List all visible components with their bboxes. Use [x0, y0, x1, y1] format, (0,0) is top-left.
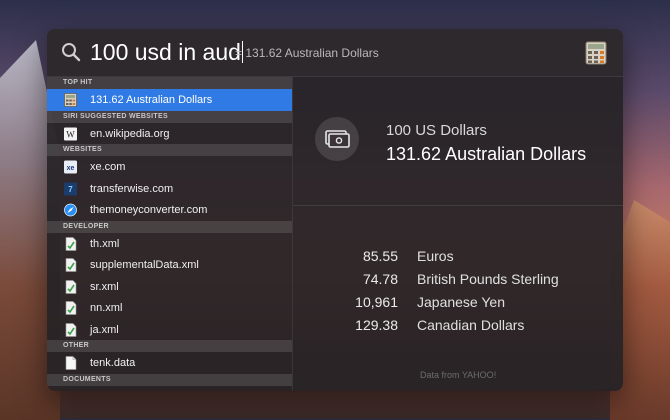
xml-file-icon	[65, 258, 77, 272]
result-label: th.xml	[90, 237, 120, 250]
divider	[293, 205, 623, 206]
spotlight-panel: 100 usd in aud = 131.62 Australian Dolla…	[47, 29, 623, 391]
xml-file-icon	[65, 236, 77, 251]
result-label: sr.xml	[90, 280, 119, 293]
result-label: 131.62 Australian Dollars	[90, 94, 213, 106]
rate-value: 129.38	[355, 317, 398, 333]
data-source-credit[interactable]: Data from YAHOO!	[420, 370, 496, 380]
result-row-th-xml[interactable]: th.xml	[47, 233, 292, 255]
inline-result: = 131.62 Australian Dollars	[235, 46, 379, 60]
rate-row-cad: 129.38 Canadian Dollars	[293, 314, 623, 337]
search-input[interactable]: 100 usd in aud	[90, 38, 243, 66]
svg-text:7: 7	[68, 185, 73, 194]
search-icon	[62, 43, 81, 62]
transferwise-icon: 7	[64, 182, 77, 195]
rate-currency: Japanese Yen	[417, 294, 505, 310]
result-row-themoneyconverter[interactable]: themoneyconverter.com	[47, 199, 292, 221]
svg-text:xe: xe	[67, 165, 75, 172]
result-label: ja.xml	[90, 323, 119, 336]
conversion-result: 131.62 Australian Dollars	[386, 144, 587, 164]
result-label: supplementalData.xml	[90, 259, 199, 271]
svg-text:W: W	[66, 129, 75, 139]
rate-value: 74.78	[362, 271, 398, 287]
currency-icon-badge	[315, 117, 359, 161]
exchange-rate-list: 85.55 Euros 74.78 British Pounds Sterlin…	[293, 245, 623, 337]
result-label: themoneyconverter.com	[90, 204, 208, 216]
rate-currency: Euros	[417, 248, 454, 264]
xml-file-icon	[65, 279, 77, 294]
safari-icon	[64, 203, 77, 217]
document-icon	[65, 356, 77, 370]
calculator-icon	[585, 41, 607, 65]
section-header-siri-suggested: SIRI SUGGESTED WEBSITES	[47, 110, 292, 123]
xe-icon: xe	[64, 160, 77, 174]
rate-row-gbp: 74.78 British Pounds Sterling	[293, 268, 623, 291]
search-bar[interactable]: 100 usd in aud = 131.62 Australian Dolla…	[47, 29, 623, 77]
search-query-text: 100 usd in aud	[90, 39, 241, 65]
wikipedia-icon: W	[64, 127, 77, 140]
section-header-documents: DOCUMENTS	[47, 373, 292, 386]
rate-value: 85.55	[362, 248, 398, 264]
result-label: xe.com	[90, 161, 126, 173]
section-header-websites: WEBSITES	[47, 144, 292, 156]
result-row-ja-xml[interactable]: ja.xml	[47, 319, 292, 341]
xml-file-icon	[65, 301, 77, 315]
result-row-top-hit[interactable]: 131.62 Australian Dollars	[47, 89, 292, 111]
result-row-tenk-data[interactable]: tenk.data	[47, 352, 292, 374]
result-row-xe[interactable]: xe xe.com	[47, 156, 292, 178]
conversion-source: 100 US Dollars	[386, 122, 487, 139]
result-row-supplementaldata-xml[interactable]: supplementalData.xml	[47, 254, 292, 276]
result-label: tenk.data	[90, 357, 136, 369]
section-header-top-hit: TOP HIT	[47, 77, 292, 89]
results-list: TOP HIT 131.62 Australian Dollars SIRI S…	[47, 77, 293, 391]
section-header-other: OTHER	[47, 340, 292, 352]
rate-value: 10,961	[355, 294, 398, 310]
result-row-sr-xml[interactable]: sr.xml	[47, 276, 292, 298]
currency-icon	[325, 130, 350, 148]
calculator-icon	[64, 93, 77, 107]
preview-pane: 100 US Dollars 131.62 Australian Dollars…	[293, 77, 623, 391]
rate-row-euros: 85.55 Euros	[293, 245, 623, 268]
rate-currency: Canadian Dollars	[417, 317, 525, 333]
result-label: transferwise.com	[90, 182, 174, 195]
result-row-nn-xml[interactable]: nn.xml	[47, 297, 292, 319]
rate-row-jpy: 10,961 Japanese Yen	[293, 291, 623, 314]
xml-file-icon	[65, 322, 77, 337]
result-label: nn.xml	[90, 302, 123, 314]
result-row-transferwise[interactable]: 7 transferwise.com	[47, 178, 292, 200]
result-label: en.wikipedia.org	[90, 127, 170, 140]
rate-currency: British Pounds Sterling	[417, 271, 559, 287]
result-row-wikipedia[interactable]: W en.wikipedia.org	[47, 123, 292, 145]
section-header-developer: DEVELOPER	[47, 220, 292, 233]
